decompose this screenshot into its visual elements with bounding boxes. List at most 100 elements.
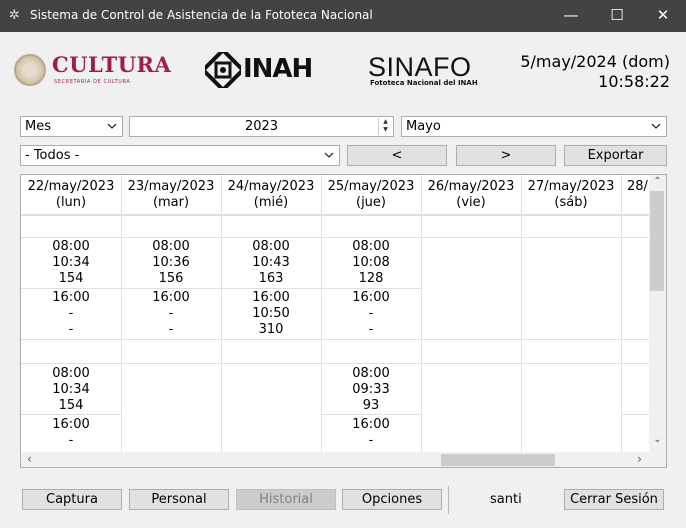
scheduled-time: 16:00 — [252, 290, 290, 305]
scroll-down-icon[interactable]: ⌄ — [649, 434, 666, 445]
day-date: 27/may/2023 — [527, 179, 615, 194]
scroll-right-icon[interactable]: › — [631, 452, 648, 466]
period-select-value: Mes — [25, 119, 51, 134]
personal-button[interactable]: Personal — [129, 489, 229, 510]
day-date: 28/ — [627, 179, 648, 194]
minimize-button[interactable]: — — [548, 0, 594, 32]
spin-up-icon[interactable]: ▲ — [379, 118, 392, 126]
actual-time: - — [368, 433, 374, 448]
minutes-diff: 310 — [258, 322, 284, 337]
scheduled-time: 16:00 — [52, 417, 90, 432]
opciones-button[interactable]: Opciones — [342, 489, 442, 510]
actual-time: 10:34 — [52, 255, 90, 270]
grid-line — [621, 175, 622, 452]
day-weekday: (sáb) — [554, 195, 588, 210]
inah-glyph-icon — [205, 52, 241, 88]
minutes-diff: 154 — [58, 271, 84, 286]
logout-button[interactable]: Cerrar Sesión — [564, 489, 664, 510]
day-column: 26/may/2023 (vie) — [421, 175, 521, 452]
inah-logo: INAH — [205, 52, 320, 88]
day-date: 25/may/2023 — [327, 179, 415, 194]
maximize-button[interactable]: ☐ — [594, 0, 640, 32]
close-button[interactable]: ✕ — [640, 0, 686, 32]
entry-cell[interactable]: 08:00 10:34 154 — [21, 366, 121, 414]
cell-divider — [21, 414, 121, 415]
day-date: 24/may/2023 — [227, 179, 315, 194]
day-header: 23/may/2023 (mar) — [121, 175, 221, 215]
actual-time: - — [68, 306, 74, 321]
actual-time: 10:50 — [252, 306, 290, 321]
exit-cell[interactable]: 16:00 - - — [321, 290, 421, 338]
exit-cell[interactable]: 16:00 - - — [121, 290, 221, 338]
day-weekday: (mar) — [152, 195, 190, 210]
day-date: 23/may/2023 — [127, 179, 215, 194]
exit-cell[interactable]: 16:00 - — [21, 417, 121, 449]
scheduled-time: 08:00 — [352, 239, 390, 254]
group-select[interactable]: - Todos - — [20, 145, 340, 166]
month-select[interactable]: Mayo — [401, 116, 667, 137]
scheduled-time: 16:00 — [352, 417, 390, 432]
scroll-left-icon[interactable]: ‹ — [21, 452, 38, 466]
day-weekday: (lun) — [55, 195, 87, 210]
app-icon: ✲ — [9, 8, 20, 23]
sinafo-logo: SINAFO Fototeca Nacional del INAH — [368, 52, 483, 88]
scheduled-time: 08:00 — [352, 366, 390, 381]
minutes-diff: - — [68, 322, 74, 337]
user-name: santi — [490, 492, 522, 507]
inah-logo-text: INAH — [243, 54, 313, 84]
grid-line — [421, 175, 422, 452]
horizontal-scrollbar[interactable]: ‹ › — [21, 452, 649, 467]
actual-time: 10:36 — [152, 255, 190, 270]
year-spinner[interactable]: ▲ ▼ — [378, 118, 392, 135]
historial-button[interactable]: Historial — [236, 489, 336, 510]
spin-down-icon[interactable]: ▼ — [379, 126, 392, 134]
minutes-diff: 128 — [358, 271, 384, 286]
sinafo-logo-subtitle: Fototeca Nacional del INAH — [370, 79, 478, 87]
current-time: 10:58:22 — [598, 72, 670, 91]
attendance-grid[interactable]: 22/may/2023 (lun) 23/may/2023 (mar) 24/m… — [20, 174, 667, 468]
export-button[interactable]: Exportar — [564, 145, 667, 166]
day-header: 24/may/2023 (mié) — [221, 175, 321, 215]
chevron-down-icon — [324, 152, 334, 158]
entry-cell[interactable]: 08:00 10:34 154 — [21, 239, 121, 287]
scheduled-time: 16:00 — [352, 290, 390, 305]
minutes-diff: - — [168, 322, 174, 337]
actual-time: - — [368, 306, 374, 321]
prev-button[interactable]: < — [347, 145, 447, 166]
minutes-diff: 154 — [58, 398, 84, 413]
entry-cell[interactable]: 08:00 10:08 128 — [321, 239, 421, 287]
month-select-value: Mayo — [406, 119, 441, 134]
grid-content: 22/may/2023 (lun) 23/may/2023 (mar) 24/m… — [21, 175, 649, 452]
next-button[interactable]: > — [456, 145, 556, 166]
cell-divider — [121, 288, 221, 289]
mexico-seal-icon — [14, 54, 46, 86]
day-header: 26/may/2023 (vie) — [421, 175, 521, 215]
exit-cell[interactable]: 16:00 - - — [21, 290, 121, 338]
minutes-diff: 156 — [158, 271, 184, 286]
day-column: 28/ — [621, 175, 649, 452]
entry-cell[interactable]: 08:00 10:36 156 — [121, 239, 221, 287]
vertical-scroll-thumb[interactable] — [650, 191, 664, 291]
minutes-diff: 93 — [362, 398, 380, 413]
actual-time: 10:08 — [352, 255, 390, 270]
day-header: 22/may/2023 (lun) — [21, 175, 121, 215]
grid-line — [521, 175, 522, 452]
entry-cell[interactable]: 08:00 09:33 93 — [321, 366, 421, 414]
year-value: 2023 — [244, 119, 279, 134]
window-title: Sistema de Control de Asistencia de la F… — [30, 8, 373, 22]
exit-cell[interactable]: 16:00 - — [321, 417, 421, 449]
group-select-value: - Todos - — [25, 148, 80, 163]
scroll-up-icon[interactable]: ⌃ — [649, 176, 666, 187]
grid-line — [21, 237, 649, 238]
cell-divider — [621, 414, 649, 415]
entry-cell[interactable]: 08:00 10:43 163 — [221, 239, 321, 287]
scheduled-time: 08:00 — [252, 239, 290, 254]
horizontal-scroll-thumb[interactable] — [441, 454, 555, 466]
captura-button[interactable]: Captura — [22, 489, 122, 510]
year-stepper[interactable]: 2023 ▲ ▼ — [129, 116, 394, 137]
day-weekday: (vie) — [456, 195, 486, 210]
period-select[interactable]: Mes — [20, 116, 123, 137]
exit-cell[interactable]: 16:00 10:50 310 — [221, 290, 321, 338]
minutes-diff: - — [368, 322, 374, 337]
vertical-scrollbar[interactable]: ⌃ ⌄ — [649, 175, 666, 452]
